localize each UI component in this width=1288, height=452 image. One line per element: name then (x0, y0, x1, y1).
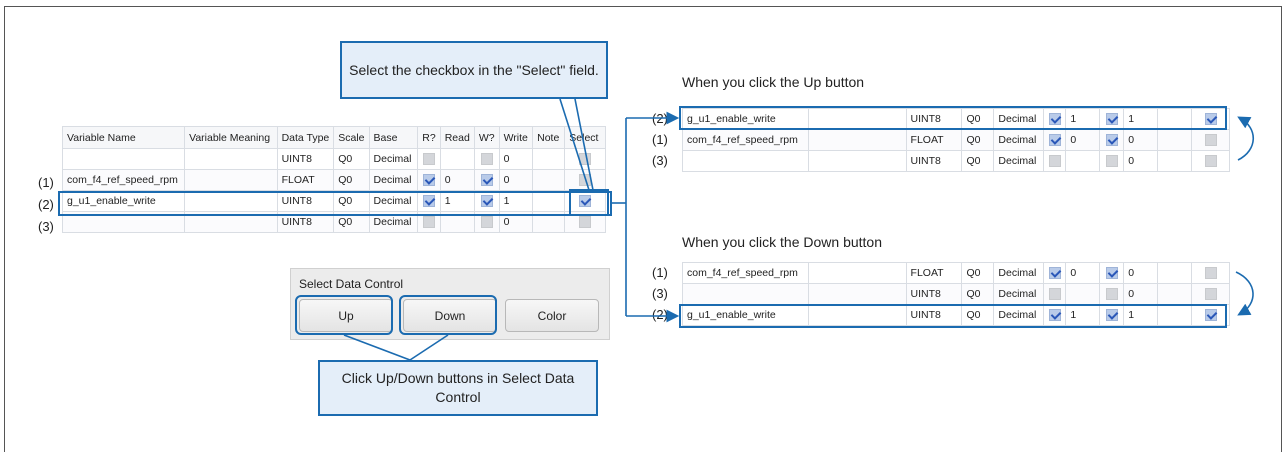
pointer-up-button (343, 334, 411, 361)
connector-overlay (343, 98, 1254, 361)
pointer-down-button (409, 334, 449, 361)
curve-arrow-up (1237, 116, 1254, 161)
curve-arrow-down (1235, 271, 1254, 316)
